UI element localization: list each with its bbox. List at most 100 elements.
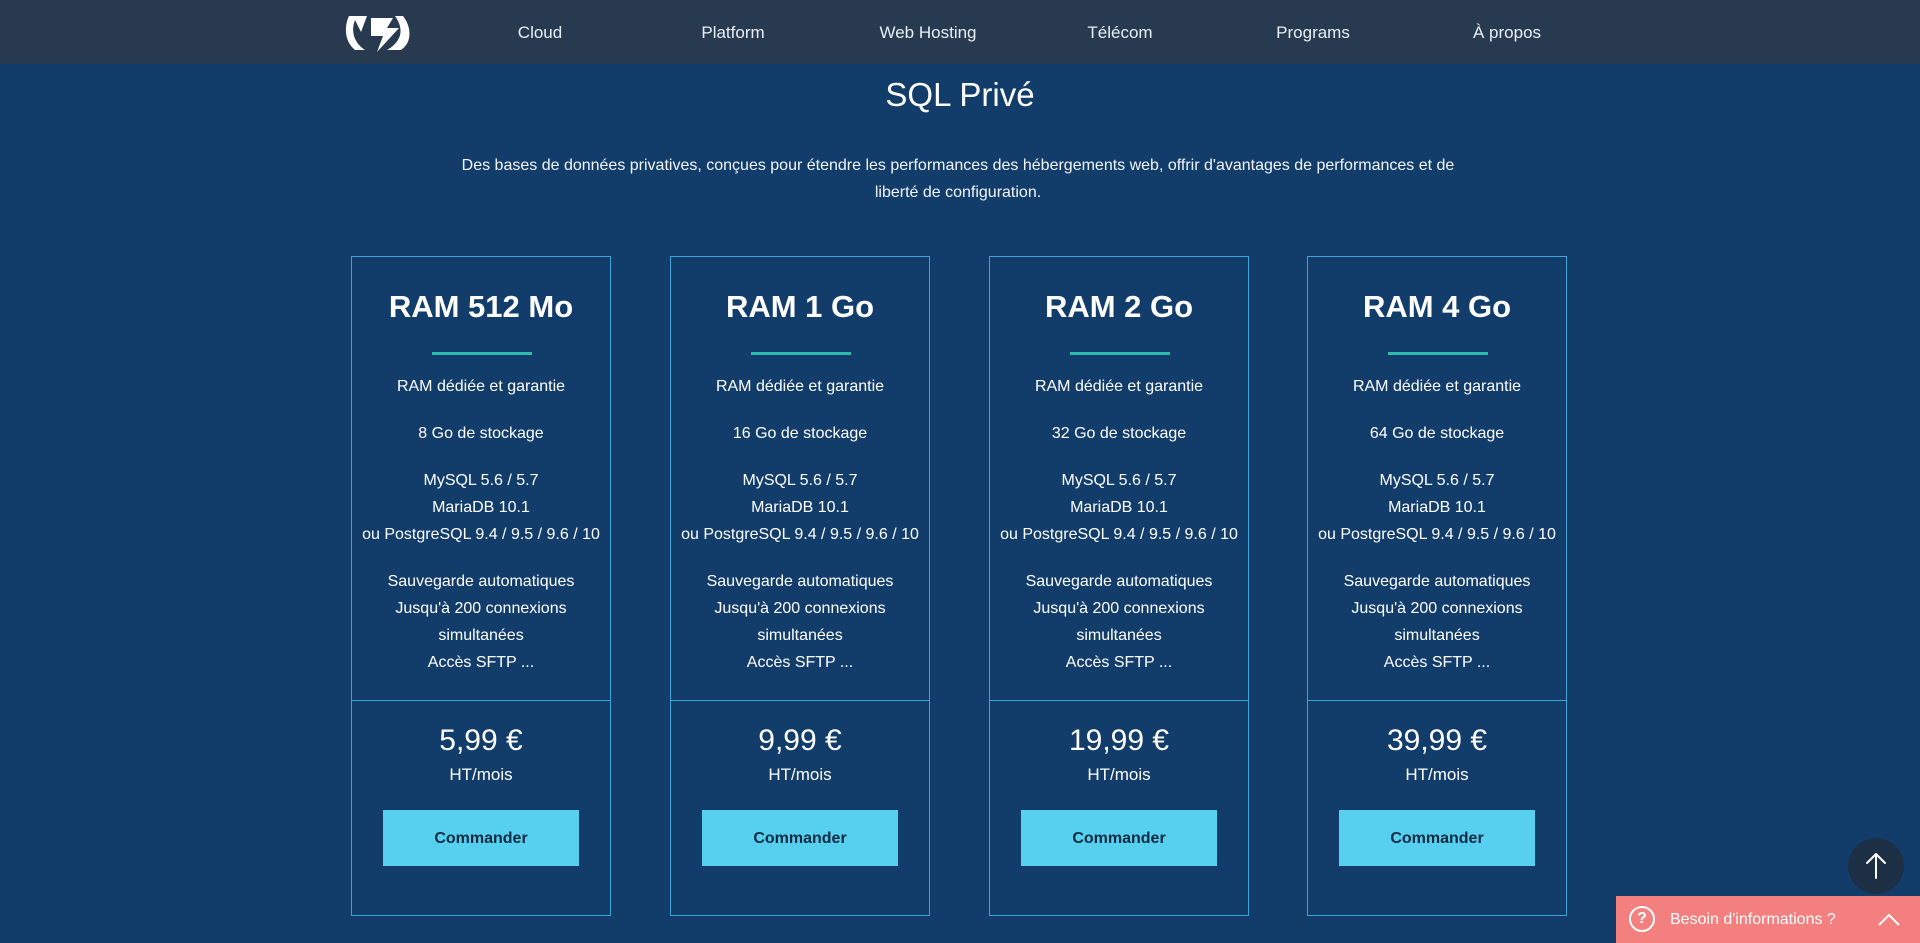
ovh-logo[interactable] — [343, 12, 413, 54]
feature-line: simultanées — [1394, 627, 1480, 644]
feature-line: simultanées — [1076, 627, 1162, 644]
feature-line: 64 Go de stockage — [1369, 425, 1505, 442]
feature-group: MySQL 5.6 / 5.7 MariaDB 10.1 ou PostgreSQL… — [1308, 467, 1566, 548]
order-button[interactable]: Commander — [383, 810, 579, 866]
feature-group: Sauvegarde automatiques Jusqu'à 200 conne… — [671, 568, 929, 676]
feature-group: 64 Go de stockage — [1308, 420, 1566, 447]
help-label: Besoin d'informations ? — [1670, 911, 1836, 928]
card-divider — [1308, 700, 1566, 701]
feature-group: 32 Go de stockage — [990, 420, 1248, 447]
feature-line: MariaDB 10.1 — [432, 499, 530, 516]
nav-platform[interactable]: Platform — [701, 0, 764, 64]
plan-title: RAM 2 Go — [1044, 289, 1194, 324]
title-underline — [1388, 352, 1488, 355]
feature-line: Accès SFTP ... — [1065, 654, 1173, 671]
plan-title: RAM 1 Go — [725, 289, 875, 324]
plan-card-ram-2go: RAM 2 Go RAM dédiée et garantie 32 Go de … — [989, 256, 1249, 916]
feature-line: ou PostgreSQL 9.4 / 9.5 / 9.6 / 10 — [1000, 526, 1238, 543]
feature-line: Sauvegarde automatiques — [387, 573, 575, 590]
plan-features: RAM dédiée et garantie 8 Go de stockage My… — [352, 373, 610, 696]
page-description: Des bases de données privatives, conçues… — [461, 157, 1455, 201]
feature-line: RAM dédiée et garantie — [1034, 378, 1204, 395]
page-title: SQL Privé — [885, 76, 1035, 113]
plan-features: RAM dédiée et garantie 16 Go de stockage M… — [671, 373, 929, 696]
card-divider — [352, 700, 610, 701]
feature-line: MySQL 5.6 / 5.7 — [1379, 472, 1495, 489]
feature-group: MySQL 5.6 / 5.7 MariaDB 10.1 ou PostgreSQL… — [352, 467, 610, 548]
plan-title: RAM 512 Mo — [388, 289, 574, 324]
price-unit: HT/mois — [1087, 765, 1151, 784]
feature-group: RAM dédiée et garantie — [990, 373, 1248, 400]
feature-line: Sauvegarde automatiques — [1025, 573, 1213, 590]
feature-group: RAM dédiée et garantie — [1308, 373, 1566, 400]
plan-price: 19,99 € — [1068, 724, 1170, 757]
plan-features: RAM dédiée et garantie 64 Go de stockage M… — [1308, 373, 1566, 696]
title-underline — [751, 352, 851, 355]
arrow-up-icon — [1866, 853, 1886, 879]
feature-line: Sauvegarde automatiques — [706, 573, 894, 590]
feature-line: Accès SFTP ... — [427, 654, 535, 671]
order-button[interactable]: Commander — [702, 810, 898, 866]
feature-line: Jusqu'à 200 connexions — [714, 600, 886, 617]
plan-features: RAM dédiée et garantie 32 Go de stockage M… — [990, 373, 1248, 696]
help-bar[interactable]: ? Besoin d'informations ? — [1616, 896, 1920, 943]
plan-card-ram-4go: RAM 4 Go RAM dédiée et garantie 64 Go de … — [1307, 256, 1567, 916]
nav-web-hosting[interactable]: Web Hosting — [879, 0, 976, 64]
feature-line: MariaDB 10.1 — [1070, 499, 1168, 516]
order-button[interactable]: Commander — [1021, 810, 1217, 866]
plan-price: 5,99 € — [439, 724, 523, 757]
feature-group: RAM dédiée et garantie — [352, 373, 610, 400]
feature-line: MySQL 5.6 / 5.7 — [742, 472, 858, 489]
chevron-up-icon — [1878, 913, 1900, 926]
feature-line: MySQL 5.6 / 5.7 — [1061, 472, 1177, 489]
plan-title: RAM 4 Go — [1362, 289, 1512, 324]
feature-group: 16 Go de stockage — [671, 420, 929, 447]
price-unit: HT/mois — [768, 765, 832, 784]
feature-group: Sauvegarde automatiques Jusqu'à 200 conne… — [352, 568, 610, 676]
plan-price: 9,99 € — [758, 724, 842, 757]
feature-line: Accès SFTP ... — [1383, 654, 1491, 671]
feature-line: RAM dédiée et garantie — [396, 378, 566, 395]
feature-line: simultanées — [757, 627, 843, 644]
plan-card-ram-1go: RAM 1 Go RAM dédiée et garantie 16 Go de … — [670, 256, 930, 916]
feature-group: MySQL 5.6 / 5.7 MariaDB 10.1 ou PostgreSQL… — [671, 467, 929, 548]
feature-line: 32 Go de stockage — [1051, 425, 1187, 442]
feature-line: Jusqu'à 200 connexions — [395, 600, 567, 617]
feature-group: Sauvegarde automatiques Jusqu'à 200 conne… — [990, 568, 1248, 676]
feature-line: ou PostgreSQL 9.4 / 9.5 / 9.6 / 10 — [1318, 526, 1556, 543]
title-underline — [432, 352, 532, 355]
feature-line: 8 Go de stockage — [418, 425, 544, 442]
nav-cloud[interactable]: Cloud — [518, 0, 562, 64]
feature-line: RAM dédiée et garantie — [1352, 378, 1522, 395]
question-icon: ? — [1629, 906, 1655, 932]
logo-icon — [345, 16, 410, 52]
plan-card-ram-512mo: RAM 512 Mo RAM dédiée et garantie 8 Go de… — [351, 256, 611, 916]
feature-group: MySQL 5.6 / 5.7 MariaDB 10.1 ou PostgreSQL… — [990, 467, 1248, 548]
title-underline — [1070, 352, 1170, 355]
feature-group: RAM dédiée et garantie — [671, 373, 929, 400]
feature-line: Accès SFTP ... — [746, 654, 854, 671]
card-divider — [990, 700, 1248, 701]
feature-line: MySQL 5.6 / 5.7 — [423, 472, 539, 489]
top-navbar: Cloud Platform Web Hosting Télécom Progr… — [0, 0, 1920, 64]
feature-line: Jusqu'à 200 connexions — [1351, 600, 1523, 617]
nav-programs[interactable]: Programs — [1276, 0, 1350, 64]
feature-line: MariaDB 10.1 — [751, 499, 849, 516]
plan-price: 39,99 € — [1386, 724, 1488, 757]
feature-line: simultanées — [438, 627, 524, 644]
price-unit: HT/mois — [1405, 765, 1469, 784]
order-button[interactable]: Commander — [1339, 810, 1535, 866]
feature-line: Jusqu'à 200 connexions — [1033, 600, 1205, 617]
feature-line: ou PostgreSQL 9.4 / 9.5 / 9.6 / 10 — [362, 526, 600, 543]
nav-telecom[interactable]: Télécom — [1087, 0, 1152, 64]
feature-line: MariaDB 10.1 — [1388, 499, 1486, 516]
price-unit: HT/mois — [449, 765, 513, 784]
feature-line: ou PostgreSQL 9.4 / 9.5 / 9.6 / 10 — [681, 526, 919, 543]
scroll-top-button[interactable] — [1848, 838, 1904, 894]
feature-line: RAM dédiée et garantie — [715, 378, 885, 395]
card-divider — [671, 700, 929, 701]
feature-group: 8 Go de stockage — [352, 420, 610, 447]
feature-line: 16 Go de stockage — [732, 425, 868, 442]
nav-a-propos[interactable]: À propos — [1473, 0, 1541, 64]
feature-line: Sauvegarde automatiques — [1343, 573, 1531, 590]
